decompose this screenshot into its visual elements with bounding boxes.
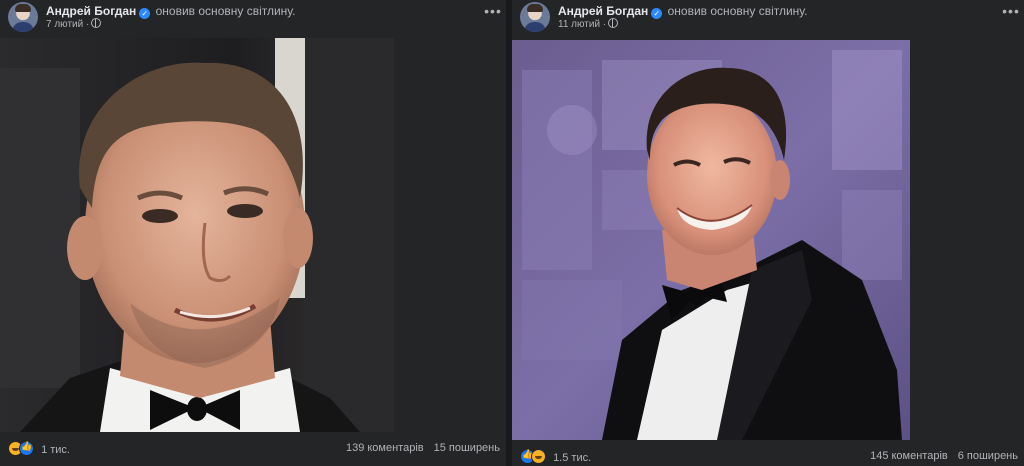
globe-icon (608, 18, 619, 28)
post-meta: 7 лютий · (46, 18, 102, 30)
author-avatar[interactable] (8, 2, 38, 32)
post-header: Андрей Богдан ✓ оновив основну світлину. … (520, 2, 1016, 34)
shares-count-link[interactable]: 15 поширень (434, 442, 500, 454)
author-line: Андрей Богдан ✓ оновив основну світлину. (46, 4, 295, 19)
shares-count-link[interactable]: 6 поширень (958, 450, 1018, 462)
post-meta: 11 лютий · (558, 18, 619, 30)
post-date-link[interactable]: 7 лютий (46, 19, 83, 30)
reaction-count: 1 тис. (41, 444, 70, 456)
profile-photo[interactable] (512, 40, 910, 440)
post-2: Андрей Богдан ✓ оновив основну світлину. … (512, 0, 1024, 466)
author-line: Андрей Богдан ✓ оновив основну світлину. (558, 4, 807, 19)
photo-image (0, 38, 394, 432)
post-date-link[interactable]: 11 лютий (558, 19, 600, 30)
engagement-stats: 145 коментарів 6 поширень (870, 450, 1018, 462)
verified-badge-icon: ✓ (139, 8, 151, 19)
verified-badge-icon: ✓ (651, 8, 663, 19)
more-options-icon[interactable]: ••• (1002, 4, 1020, 20)
feed: Андрей Богдан ✓ оновив основну світлину. … (0, 0, 1024, 466)
post-action-text: оновив основну світлину. (155, 4, 296, 18)
author-avatar[interactable] (520, 2, 550, 32)
post-1: Андрей Богдан ✓ оновив основну світлину. … (0, 0, 506, 466)
reactions-summary[interactable]: 1 тис. (8, 441, 70, 456)
author-name-link[interactable]: Андрей Богдан (558, 4, 648, 18)
more-options-icon[interactable]: ••• (484, 4, 502, 20)
haha-reaction-icon (531, 449, 546, 464)
reaction-count: 1.5 тис. (553, 452, 592, 464)
photo-image (512, 40, 910, 440)
globe-icon (91, 18, 102, 28)
post-header: Андрей Богдан ✓ оновив основну світлину. … (8, 2, 498, 34)
comments-count-link[interactable]: 145 коментарів (870, 450, 948, 462)
reactions-summary[interactable]: 1.5 тис. (520, 449, 591, 464)
comments-count-link[interactable]: 139 коментарів (346, 442, 424, 454)
post-action-text: оновив основну світлину. (667, 4, 808, 18)
like-reaction-icon (19, 441, 34, 456)
engagement-stats: 139 коментарів 15 поширень (346, 442, 500, 454)
author-name-link[interactable]: Андрей Богдан (46, 4, 136, 18)
profile-photo[interactable] (0, 38, 394, 432)
